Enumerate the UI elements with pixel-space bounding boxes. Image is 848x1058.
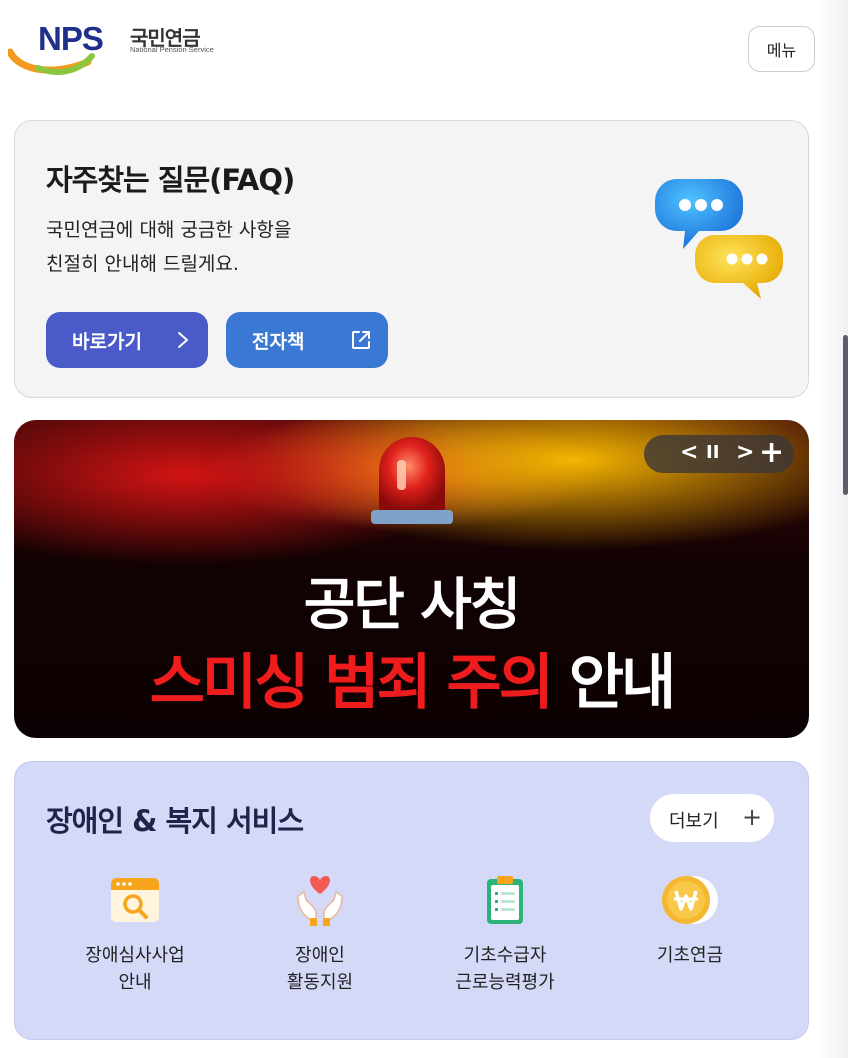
clipboard-icon [487,876,523,924]
service-label-line1: 장애심사사업 [85,945,185,966]
welfare-more-label: 더보기 [669,811,719,832]
service-basic-pension[interactable]: 기초연금 [600,874,780,969]
service-label-line1: 기초수급자 [463,945,547,966]
service-disability-support[interactable]: 장애인 활동지원 [230,874,410,996]
service-label-line2: 활동지원 [286,972,354,993]
service-work-ability[interactable]: 기초수급자 근로능력평가 [415,874,595,996]
service-label: 기초수급자 근로능력평가 [415,942,595,996]
faq-go-label: 바로가기 [72,330,142,353]
faq-title: 자주찾는 질문(FAQ) [46,163,295,197]
banner-warning-text: 스미싱 범죄 주의 [149,648,554,718]
chevron-right-icon [178,332,188,348]
service-label-line1: 장애인 [295,945,345,966]
welfare-title: 장애인 & 복지 서비스 [46,804,304,838]
scrollbar-thumb[interactable] [843,335,848,495]
site-header: NPS 국민연금 National Pension Service 메뉴 [0,0,848,100]
faq-desc-line2: 친절히 안내해 드릴게요. [46,253,239,275]
ebook-label: 전자책 [252,330,305,353]
siren-icon [371,437,453,524]
external-link-icon [352,331,370,349]
carousel-more-button[interactable]: + [759,438,784,468]
logo-nps-text: NPS [38,20,104,57]
faq-description: 국민연금에 대해 궁금한 사항을 친절히 안내해 드릴게요. [46,213,291,281]
carousel-controls: < II > + [644,435,794,473]
service-disability-review[interactable]: 장애심사사업 안내 [45,874,225,996]
plus-icon: + [742,803,763,831]
welfare-more-button[interactable]: 더보기 + [650,794,774,842]
logo-english-text: National Pension Service [130,45,214,54]
search-window-icon [111,878,159,922]
service-label-line2: 근로능력평가 [455,972,555,993]
ebook-button[interactable]: 전자책 [226,312,388,368]
service-label: 장애인 활동지원 [230,942,410,996]
carousel-next-button[interactable]: > [736,439,754,467]
banner-notice-text: 안내 [568,648,676,718]
service-label: 기초연금 [600,942,780,969]
banner-headline: 공단 사칭 [303,573,522,638]
nps-logo[interactable]: NPS 국민연금 National Pension Service [8,18,218,78]
heart-hands-icon [297,876,343,927]
service-label-line1: 기초연금 [656,945,724,966]
won-coin-icon [662,876,718,924]
faq-desc-line1: 국민연금에 대해 궁금한 사항을 [46,219,292,241]
scroll-track [818,0,848,1058]
faq-card: 자주찾는 질문(FAQ) 국민연금에 대해 궁금한 사항을 친절히 안내해 드릴… [14,120,809,398]
welfare-services-card: 장애인 & 복지 서비스 더보기 + 장애심사사업 안내 장애인 활동지원 기초… [14,761,809,1040]
carousel-prev-button[interactable]: < [680,439,698,467]
faq-go-button[interactable]: 바로가기 [46,312,208,368]
menu-button[interactable]: 메뉴 [748,26,815,72]
banner-subheadline: 스미싱 범죄 주의 안내 [14,634,809,721]
chat-bubbles-icon [655,179,783,299]
smishing-alert-banner[interactable]: 공단 사칭 스미싱 범죄 주의 안내 < II > + [14,420,809,738]
service-label: 장애심사사업 안내 [45,942,225,996]
service-label-line2: 안내 [118,972,152,993]
carousel-pause-button[interactable]: II [706,439,719,467]
